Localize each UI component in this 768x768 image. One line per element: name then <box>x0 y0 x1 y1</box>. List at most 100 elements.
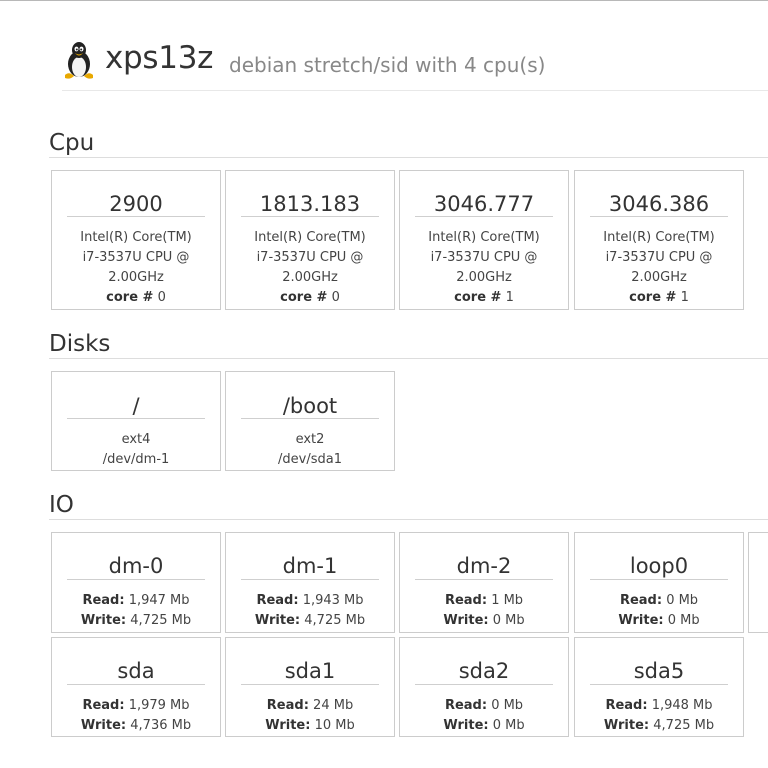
cpu-mhz: 3046.386 <box>590 192 728 217</box>
io-card: sda Read: 1,979 Mb Write: 4,736 Mb <box>51 637 221 737</box>
io-write: Write: 0 Mb <box>575 611 743 631</box>
io-device: loop0 <box>590 554 728 580</box>
cpu-model: i7-3537U CPU @ <box>82 250 190 265</box>
io-read: Read: 1 Mb <box>400 591 568 611</box>
io-read: Read: 0 Mb <box>575 591 743 611</box>
read-value: 1,943 Mb <box>302 593 364 608</box>
core-label: core # <box>106 290 154 305</box>
io-write: Write: 0 Mb <box>400 716 568 736</box>
read-value: 1,948 Mb <box>651 698 713 713</box>
write-value: 0 Mb <box>492 718 525 733</box>
read-label: Read: <box>605 698 648 713</box>
read-label: Read: <box>444 698 488 713</box>
write-value: 4,725 Mb <box>304 613 366 628</box>
hostname: xps13z <box>105 40 214 76</box>
io-card: dm-1 Read: 1,943 Mb Write: 4,725 Mb <box>225 532 395 633</box>
os-info: debian stretch/sid with 4 cpu(s) <box>229 53 546 77</box>
section-divider <box>49 358 768 359</box>
cpu-model: Intel(R) Core(TM) <box>80 230 192 245</box>
io-device: sda1 <box>241 659 379 685</box>
cpu-model: i7-3537U CPU @ <box>430 250 538 265</box>
io-device: dm-0 <box>67 554 205 580</box>
cpu-core: core # 1 <box>575 288 743 308</box>
section-divider <box>49 519 768 520</box>
io-read: Read: 0 Mb <box>400 696 568 716</box>
disk-card: / ext4 /dev/dm-1 <box>51 371 221 471</box>
write-value: 4,736 Mb <box>130 718 192 733</box>
write-label: Write: <box>254 613 301 628</box>
disk-device: /dev/dm-1 <box>102 452 170 467</box>
cpu-card: 3046.386 Intel(R) Core(TM) i7-3537U CPU … <box>574 170 744 310</box>
cpu-mhz: 2900 <box>67 192 205 217</box>
page-header: xps13z debian stretch/sid with 4 cpu(s) <box>62 38 768 91</box>
cpu-model: Intel(R) Core(TM) <box>254 230 366 245</box>
write-value: 10 Mb <box>314 718 355 733</box>
section-title-disks: Disks <box>49 331 111 357</box>
cpu-model: i7-3537U CPU @ <box>256 250 364 265</box>
cpu-mhz: 3046.777 <box>415 192 553 217</box>
io-card: dm-0 Read: 1,947 Mb Write: 4,725 Mb <box>51 532 221 633</box>
cpu-model: 2.00GHz <box>108 270 164 285</box>
io-write: Write: 4,725 Mb <box>575 716 743 736</box>
io-device: sda5 <box>590 659 728 685</box>
cpu-model: 2.00GHz <box>282 270 338 285</box>
cpu-core: core # 0 <box>52 288 220 308</box>
core-value: 1 <box>505 290 514 305</box>
read-label: Read: <box>82 593 125 608</box>
io-read: Read: 1,943 Mb <box>226 591 394 611</box>
write-label: Write: <box>80 718 127 733</box>
io-write: Write: 4,736 Mb <box>52 716 220 736</box>
core-label: core # <box>454 290 502 305</box>
tux-linux-icon <box>65 42 93 79</box>
io-card: loop0 Read: 0 Mb Write: 0 Mb <box>574 532 744 633</box>
section-title-cpu: Cpu <box>49 130 95 156</box>
disk-mount: /boot <box>241 394 379 419</box>
io-device: dm-1 <box>241 554 379 580</box>
cpu-core: core # 1 <box>400 288 568 308</box>
io-card: sda2 Read: 0 Mb Write: 0 Mb <box>399 637 569 737</box>
io-device: sda2 <box>415 659 553 685</box>
write-label: Write: <box>603 718 650 733</box>
read-value: 0 Mb <box>666 593 699 608</box>
write-label: Write: <box>80 613 127 628</box>
write-value: 4,725 Mb <box>130 613 192 628</box>
cpu-card: 2900 Intel(R) Core(TM) i7-3537U CPU @ 2.… <box>51 170 221 310</box>
io-write: Write: 0 Mb <box>400 611 568 631</box>
read-label: Read: <box>82 698 125 713</box>
read-label: Read: <box>256 593 299 608</box>
io-card: sda5 Read: 1,948 Mb Write: 4,725 Mb <box>574 637 744 737</box>
core-label: core # <box>280 290 328 305</box>
core-label: core # <box>629 290 677 305</box>
io-card: sda1 Read: 24 Mb Write: 10 Mb <box>225 637 395 737</box>
io-card-partial <box>748 532 768 633</box>
disk-fs: ext2 <box>295 432 325 447</box>
io-write: Write: 4,725 Mb <box>52 611 220 631</box>
cpu-model: 2.00GHz <box>631 270 687 285</box>
io-write: Write: 10 Mb <box>226 716 394 736</box>
cpu-model: Intel(R) Core(TM) <box>428 230 540 245</box>
write-label: Write: <box>618 613 664 628</box>
io-read: Read: 24 Mb <box>226 696 394 716</box>
disk-device: /dev/sda1 <box>278 452 342 467</box>
read-label: Read: <box>444 593 488 608</box>
cpu-mhz: 1813.183 <box>241 192 379 217</box>
write-value: 0 Mb <box>667 613 700 628</box>
cpu-model: i7-3537U CPU @ <box>605 250 713 265</box>
io-read: Read: 1,948 Mb <box>575 696 743 716</box>
cpu-model: 2.00GHz <box>456 270 512 285</box>
read-label: Read: <box>619 593 663 608</box>
cpu-card: 3046.777 Intel(R) Core(TM) i7-3537U CPU … <box>399 170 569 310</box>
write-label: Write: <box>265 718 311 733</box>
read-value: 1,979 Mb <box>128 698 190 713</box>
io-device: dm-2 <box>415 554 553 580</box>
write-value: 4,725 Mb <box>653 718 715 733</box>
read-value: 24 Mb <box>313 698 354 713</box>
write-value: 0 Mb <box>492 613 525 628</box>
section-divider <box>49 157 768 158</box>
io-card: dm-2 Read: 1 Mb Write: 0 Mb <box>399 532 569 633</box>
core-value: 1 <box>680 290 689 305</box>
section-title-io: IO <box>49 492 74 518</box>
cpu-card: 1813.183 Intel(R) Core(TM) i7-3537U CPU … <box>225 170 395 310</box>
cpu-core: core # 0 <box>226 288 394 308</box>
core-value: 0 <box>157 290 166 305</box>
